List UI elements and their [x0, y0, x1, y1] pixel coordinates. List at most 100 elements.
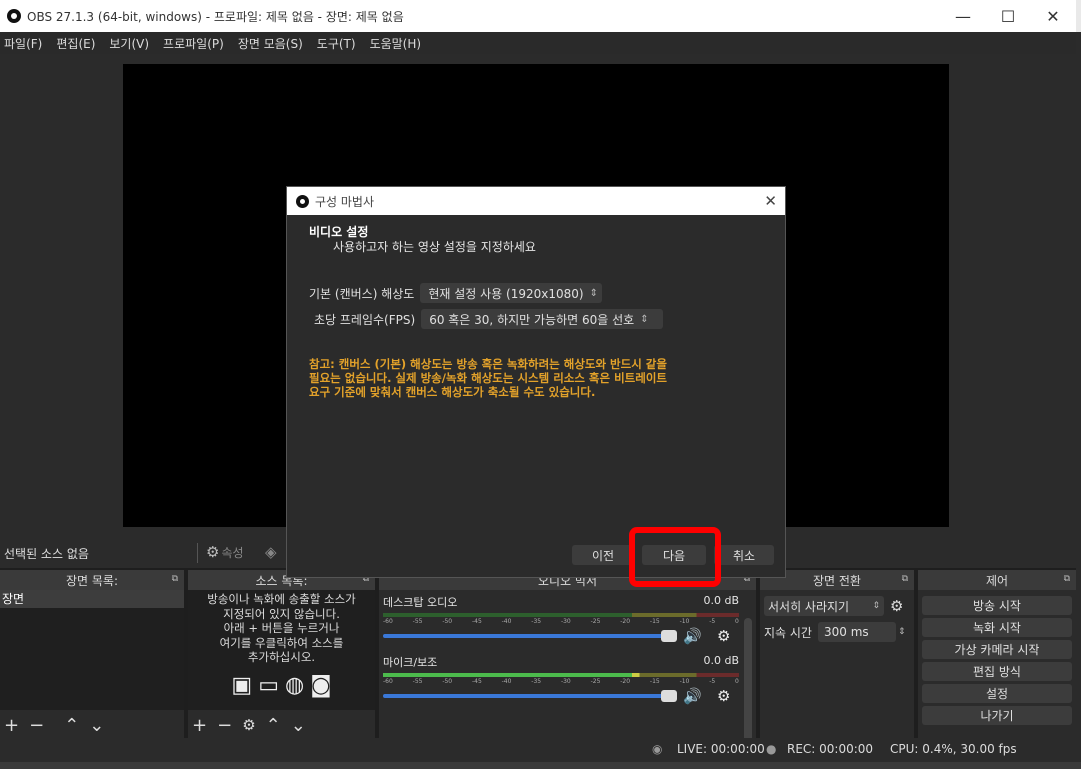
track-db: 0.0 dB [703, 594, 739, 607]
source-type-icons: ▣ ▭ ◍ ◙ [188, 672, 375, 698]
duration-spinbox[interactable]: 300 ms [817, 622, 896, 642]
base-resolution-select[interactable]: 현재 설정 사용 (1920x1080) ⇕ [420, 283, 603, 303]
obs-logo-icon [296, 194, 309, 208]
start-recording-button[interactable]: 녹화 시작 [922, 618, 1072, 637]
move-down-icon[interactable]: ⌄ [291, 715, 306, 736]
controls-dock-header: 제어 ⧉ [918, 570, 1076, 590]
rec-status: REC: 00:00:00 [787, 742, 874, 756]
mixer-scrollbar[interactable] [744, 618, 752, 752]
audio-track-desktop: 데스크탑 오디오 0.0 dB -60 -55 -50 -45 -40 -35 -30 -25… [383, 594, 739, 645]
transition-value: 서서히 사라지기 [768, 599, 850, 614]
menu-profile[interactable]: 프로파일(P) [163, 35, 224, 52]
fps-select[interactable]: 60 혹은 30, 하지만 가능하면 60을 선호 ⇕ [421, 309, 664, 329]
menu-tools[interactable]: 도구(T) [317, 35, 356, 52]
menu-help[interactable]: 도움말(H) [370, 35, 422, 52]
minimize-button[interactable]: — [940, 0, 986, 32]
speaker-icon[interactable]: 🔊 [683, 627, 702, 645]
sources-dock: 소스 목록: ⧉ 방송이나 녹화에 송출할 소스가 지정되어 있지 않습니다. … [188, 570, 375, 738]
scenes-footer: + − ⌃ ⌄ [0, 712, 184, 738]
transitions-body: 서서히 사라지기 ⇕ ⚙ 지속 시간 300 ms ⇕ [760, 590, 914, 736]
start-streaming-button[interactable]: 방송 시작 [922, 596, 1072, 615]
monitor-icon: ▭ [258, 672, 280, 698]
live-icon: ◉ [652, 742, 663, 756]
duration-label: 지속 시간 [764, 625, 812, 640]
studio-mode-button[interactable]: 편집 방식 [922, 662, 1072, 681]
properties-button[interactable]: ⚙ 속성 [206, 543, 244, 561]
updown-arrow-icon: ⇕ [589, 287, 598, 299]
source-list[interactable]: 방송이나 녹화에 송출할 소스가 지정되어 있지 않습니다. 아래 + 버튼을 … [188, 590, 375, 710]
duration-value: 300 ms [823, 625, 869, 639]
remove-scene-icon[interactable]: − [29, 715, 44, 736]
menu-bar: 파일(F) 편집(E) 보기(V) 프로파일(P) 장면 모음(S) 도구(T)… [0, 32, 1076, 54]
add-scene-icon[interactable]: + [4, 715, 19, 736]
maximize-button[interactable]: ☐ [985, 0, 1031, 32]
live-status: LIVE: 00:00:00 [677, 742, 765, 756]
add-source-icon[interactable]: + [192, 715, 207, 736]
scenes-dock-title: 장면 목록: [65, 573, 119, 588]
scene-list: 장면 [0, 590, 184, 710]
filters-icon[interactable]: ◈ [265, 543, 277, 561]
move-down-icon[interactable]: ⌄ [89, 715, 104, 736]
title-bar: OBS 27.1.3 (64-bit, windows) - 프로파일: 제목 … [0, 0, 1076, 32]
track-db: 0.0 dB [703, 654, 739, 667]
desktop-taskbar-edge [0, 762, 1081, 769]
cancel-button[interactable]: 취소 [714, 545, 774, 565]
controls-body: 방송 시작 녹화 시작 가상 카메라 시작 편집 방식 설정 나가기 [918, 590, 1076, 736]
fader-handle[interactable] [661, 690, 677, 702]
list-item[interactable]: 장면 [0, 590, 184, 608]
gear-icon[interactable]: ⚙ [717, 687, 730, 705]
next-button-highlight [629, 527, 721, 587]
exit-button[interactable]: 나가기 [922, 706, 1072, 725]
speaker-icon[interactable]: 🔊 [683, 687, 702, 705]
empty-hint-line: 지정되어 있지 않습니다. [223, 606, 340, 621]
volume-meter [383, 613, 739, 617]
globe-icon: ◍ [285, 672, 305, 698]
scenes-dock: 장면 목록: ⧉ 장면 + − ⌃ ⌄ [0, 570, 184, 738]
menu-edit[interactable]: 편집(E) [56, 35, 95, 52]
start-virtual-camera-button[interactable]: 가상 카메라 시작 [922, 640, 1072, 659]
menu-view[interactable]: 보기(V) [109, 35, 149, 52]
fps-label: 초당 프레임수(FPS) [314, 312, 416, 327]
gear-icon[interactable]: ⚙ [242, 716, 255, 734]
resolution-note: 참고: 캔버스 (기본) 해상도는 방송 혹은 녹화하려는 해상도와 반드시 같… [309, 357, 667, 399]
gear-icon[interactable]: ⚙ [890, 597, 903, 615]
close-window-button[interactable]: ✕ [1030, 0, 1076, 32]
base-resolution-label: 기본 (캔버스) 해상도 [309, 286, 415, 301]
meter-ticks: -60 -55 -50 -45 -40 -35 -30 -25 -20 -15 -10 -5 0 [383, 678, 739, 685]
remove-source-icon[interactable]: − [217, 715, 232, 736]
window-title: OBS 27.1.3 (64-bit, windows) - 프로파일: 제목 … [27, 9, 404, 24]
volume-fader[interactable]: 🔊 ⚙ [383, 687, 739, 705]
fader-handle[interactable] [661, 630, 677, 642]
transitions-dock-title: 장면 전환 [813, 573, 861, 588]
camera-icon: ◙ [310, 672, 332, 698]
fps-value: 60 혹은 30, 하지만 가능하면 60을 선호 [429, 312, 635, 327]
mixer-body: 데스크탑 오디오 0.0 dB -60 -55 -50 -45 -40 -35 -30 -25… [379, 590, 756, 752]
track-name: 마이크/보조 [383, 656, 438, 669]
empty-hint-line: 아래 + 버튼을 누르거나 [223, 621, 340, 635]
auto-config-wizard-dialog: 구성 마법사 ✕ 비디오 설정 사용하고자 하는 영상 설정을 지정하세요 기본… [286, 186, 786, 578]
settings-button[interactable]: 설정 [922, 684, 1072, 703]
gear-icon[interactable]: ⚙ [717, 627, 730, 645]
empty-hint-line: 여기를 우클릭하여 소스를 [219, 635, 344, 650]
volume-fader[interactable]: 🔊 ⚙ [383, 627, 739, 645]
controls-dock-title: 제어 [985, 573, 1009, 588]
undock-icon[interactable]: ⧉ [1064, 574, 1070, 584]
undock-icon[interactable]: ⧉ [172, 574, 178, 584]
back-button[interactable]: 이전 [572, 545, 634, 565]
menu-file[interactable]: 파일(F) [4, 35, 42, 52]
move-up-icon[interactable]: ⌃ [64, 715, 79, 736]
menu-scene-collection[interactable]: 장면 모음(S) [238, 35, 303, 52]
scenes-dock-header: 장면 목록: ⧉ [0, 570, 184, 590]
track-name: 데스크탑 오디오 [383, 596, 458, 609]
base-resolution-row: 기본 (캔버스) 해상도 현재 설정 사용 (1920x1080) ⇕ [309, 283, 603, 303]
spin-arrows-icon[interactable]: ⇕ [898, 627, 906, 637]
transition-select[interactable]: 서서히 사라지기 ⇕ [764, 596, 884, 616]
status-bar: ◉ LIVE: 00:00:00 ● REC: 00:00:00 CPU: 0.… [0, 738, 1076, 762]
toolbar-divider [197, 543, 200, 563]
updown-arrow-icon: ⇕ [872, 601, 880, 611]
audio-mixer-dock: 오디오 믹서 ⧉ 데스크탑 오디오 0.0 dB -60 -55 -50 -45 -40… [379, 570, 756, 752]
fps-row: 초당 프레임수(FPS) 60 혹은 30, 하지만 가능하면 60을 선호 ⇕ [314, 309, 664, 329]
close-icon[interactable]: ✕ [764, 192, 777, 210]
undock-icon[interactable]: ⧉ [902, 574, 908, 584]
move-up-icon[interactable]: ⌃ [266, 715, 281, 736]
